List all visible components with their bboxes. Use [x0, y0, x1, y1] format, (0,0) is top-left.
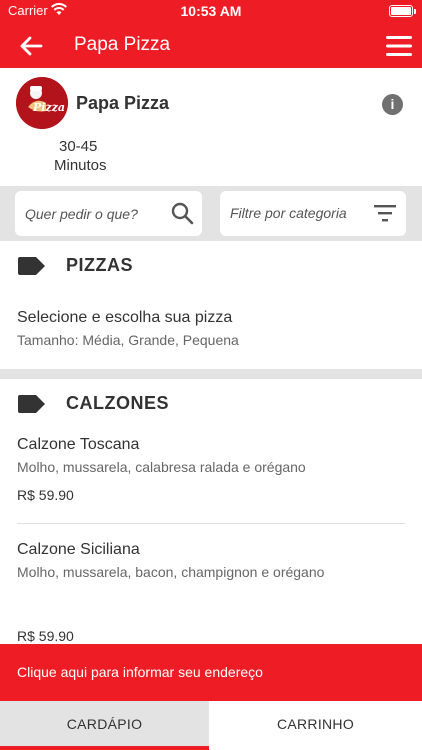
- search-icon[interactable]: [170, 201, 194, 225]
- filter-icon[interactable]: [374, 203, 396, 223]
- section-divider: [0, 369, 422, 379]
- nav-bar: Papa Pizza: [0, 24, 422, 68]
- tab-label: CARDÁPIO: [66, 716, 143, 732]
- item-description: Molho, mussarela, bacon, champignon e or…: [17, 564, 325, 580]
- hamburger-menu-icon[interactable]: [386, 35, 412, 57]
- section-header-pizzas: PIZZAS: [0, 241, 422, 291]
- svg-text:Pizza: Pizza: [32, 101, 65, 114]
- status-bar: Carrier 10:53 AM: [0, 0, 422, 24]
- section-title: CALZONES: [66, 393, 169, 413]
- delivery-time: 30-45: [59, 138, 98, 155]
- item-name: Calzone Siciliana: [17, 541, 140, 558]
- section-header-calzones: CALZONES: [0, 379, 422, 429]
- arrow-left-icon[interactable]: [18, 34, 44, 58]
- category-filter-label: Filtre por categoria: [230, 205, 347, 221]
- clock: 10:53 AM: [180, 3, 242, 19]
- store-name: Papa Pizza: [76, 93, 170, 113]
- search-box[interactable]: [15, 191, 202, 236]
- tab-label: CARRINHO: [276, 716, 355, 732]
- item-price: R$ 59.90: [17, 628, 74, 644]
- bottom-tab-bar: CARDÁPIO CARRINHO: [0, 701, 422, 750]
- item-price: R$ 59.90: [17, 487, 74, 503]
- delivery-time-unit: Minutos: [54, 157, 107, 174]
- item-name: Calzone Toscana: [17, 436, 140, 453]
- address-prompt-text: Clique aqui para informar seu endereço: [17, 664, 263, 680]
- active-tab-indicator: [0, 746, 209, 750]
- item-name: Selecione e escolha sua pizza: [17, 309, 233, 326]
- battery-tip: [414, 9, 416, 14]
- page-title: Papa Pizza: [74, 34, 171, 55]
- tab-cart[interactable]: CARRINHO: [209, 701, 422, 750]
- tab-menu[interactable]: CARDÁPIO: [0, 701, 209, 750]
- category-filter[interactable]: Filtre por categoria: [220, 191, 406, 236]
- item-description: Tamanho: Média, Grande, Pequena: [17, 332, 239, 348]
- item-description: Molho, mussarela, calabresa ralada e oré…: [17, 459, 306, 475]
- filter-bar: Filtre por categoria: [0, 186, 422, 241]
- search-input[interactable]: [25, 203, 165, 225]
- tag-icon: [18, 395, 45, 413]
- battery-icon: [389, 5, 413, 17]
- pizza-logo-icon: Pizza: [16, 77, 68, 129]
- store-logo: Pizza: [16, 77, 68, 129]
- info-icon[interactable]: i: [382, 94, 403, 115]
- item-divider: [17, 523, 405, 524]
- section-title: PIZZAS: [66, 255, 134, 275]
- store-header: Pizza Papa Pizza i 30-45 Minutos: [0, 68, 422, 186]
- address-prompt-bar[interactable]: Clique aqui para informar seu endereço: [0, 644, 422, 701]
- tag-icon: [18, 257, 45, 275]
